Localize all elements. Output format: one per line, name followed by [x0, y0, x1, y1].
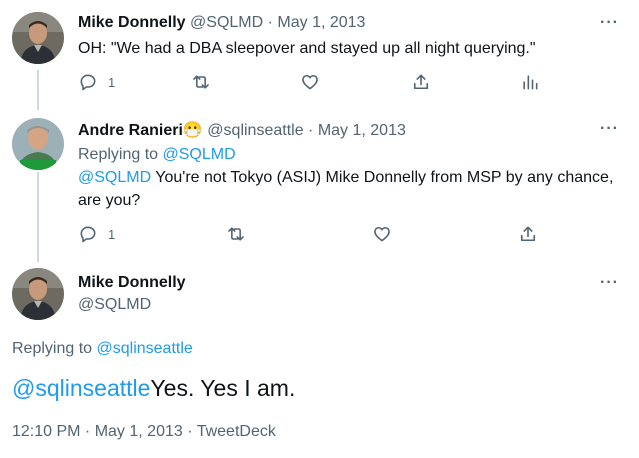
display-name[interactable]: Mike Donnelly — [78, 14, 186, 31]
heart-icon — [302, 74, 318, 90]
retweet-button[interactable] — [191, 72, 211, 92]
share-icon — [520, 226, 536, 242]
share-button[interactable] — [411, 72, 431, 92]
analytics-icon — [523, 75, 538, 90]
reply-button[interactable]: 1 — [78, 72, 115, 92]
separator: · — [303, 122, 318, 139]
reply-icon — [80, 226, 96, 243]
tweet-date[interactable]: May 1, 2013 — [277, 14, 365, 31]
share-icon — [413, 74, 429, 90]
tweet-text-line2: are you? — [78, 192, 141, 209]
replying-to: Replying to @SQLMD — [78, 143, 628, 166]
tweet-source[interactable]: TweetDeck — [197, 423, 276, 440]
tweet-metadata: 12:10 PM · May 1, 2013 · TweetDeck — [12, 423, 276, 441]
tweet-date[interactable]: May 1, 2013 — [318, 122, 406, 139]
more-options-button[interactable]: ··· — [600, 14, 619, 32]
tweet-text: @SQLMD You're not Tokyo (ASIJ) Mike Donn… — [78, 166, 628, 212]
tweet-text-line1: You're not Tokyo (ASIJ) Mike Donnelly fr… — [151, 169, 614, 186]
like-button[interactable] — [300, 72, 320, 92]
retweet-button[interactable] — [226, 224, 246, 244]
handle[interactable]: @sqlinseattle — [207, 122, 303, 139]
separator: · — [182, 423, 197, 440]
retweet-icon — [228, 227, 244, 241]
tweet-time[interactable]: 12:10 PM — [12, 423, 80, 440]
separator: · — [263, 14, 278, 31]
avatar[interactable] — [12, 268, 64, 320]
replying-label: Replying to — [12, 340, 97, 357]
handle[interactable]: @SQLMD — [190, 14, 263, 31]
tweet-header: Mike Donnelly @SQLMD · May 1, 2013 — [78, 14, 365, 32]
heart-icon — [374, 226, 390, 242]
main-tweet-text: @sqlinseattleYes. Yes I am. — [12, 372, 295, 404]
tweet-1[interactable]: Mike Donnelly @SQLMD · May 1, 2013 ··· O… — [0, 0, 639, 110]
analytics-button[interactable] — [520, 72, 540, 92]
reply-icon — [80, 74, 96, 91]
mention-link[interactable]: @SQLMD — [78, 169, 151, 186]
mask-emoji: 😷 — [182, 122, 203, 139]
tweet-2[interactable]: Andre Ranieri😷 @sqlinseattle · May 1, 20… — [0, 110, 639, 262]
share-button[interactable] — [518, 224, 538, 244]
like-button[interactable] — [372, 224, 392, 244]
retweet-icon — [193, 75, 209, 89]
tweet-date[interactable]: May 1, 2013 — [95, 423, 183, 440]
replying-to-link[interactable]: @SQLMD — [163, 146, 236, 163]
avatar[interactable] — [12, 12, 64, 64]
tweet-actions: 1 — [78, 224, 538, 246]
more-options-button[interactable]: ··· — [600, 274, 619, 292]
more-options-button[interactable]: ··· — [600, 120, 619, 138]
main-handle[interactable]: @SQLMD — [78, 296, 151, 314]
reply-button[interactable]: 1 — [78, 224, 115, 244]
tweet-header: Andre Ranieri😷 @sqlinseattle · May 1, 20… — [78, 120, 406, 140]
main-display-name[interactable]: Mike Donnelly — [78, 274, 186, 292]
avatar[interactable] — [12, 118, 64, 170]
mention-link[interactable]: @sqlinseattle — [12, 375, 150, 401]
display-name[interactable]: Mike Donnelly — [78, 274, 186, 291]
tweet-actions: 1 — [78, 72, 548, 94]
display-name[interactable]: Andre Ranieri — [78, 122, 183, 139]
tweet-text: OH: "We had a DBA sleepover and stayed u… — [78, 40, 536, 57]
separator: · — [80, 423, 95, 440]
main-tweet-body: Yes. Yes I am. — [150, 375, 296, 401]
replying-to: Replying to @sqlinseattle — [12, 340, 193, 358]
replying-to-link[interactable]: @sqlinseattle — [97, 340, 193, 357]
reply-count: 1 — [108, 74, 116, 90]
replying-label: Replying to — [78, 146, 163, 163]
reply-count: 1 — [108, 226, 116, 242]
